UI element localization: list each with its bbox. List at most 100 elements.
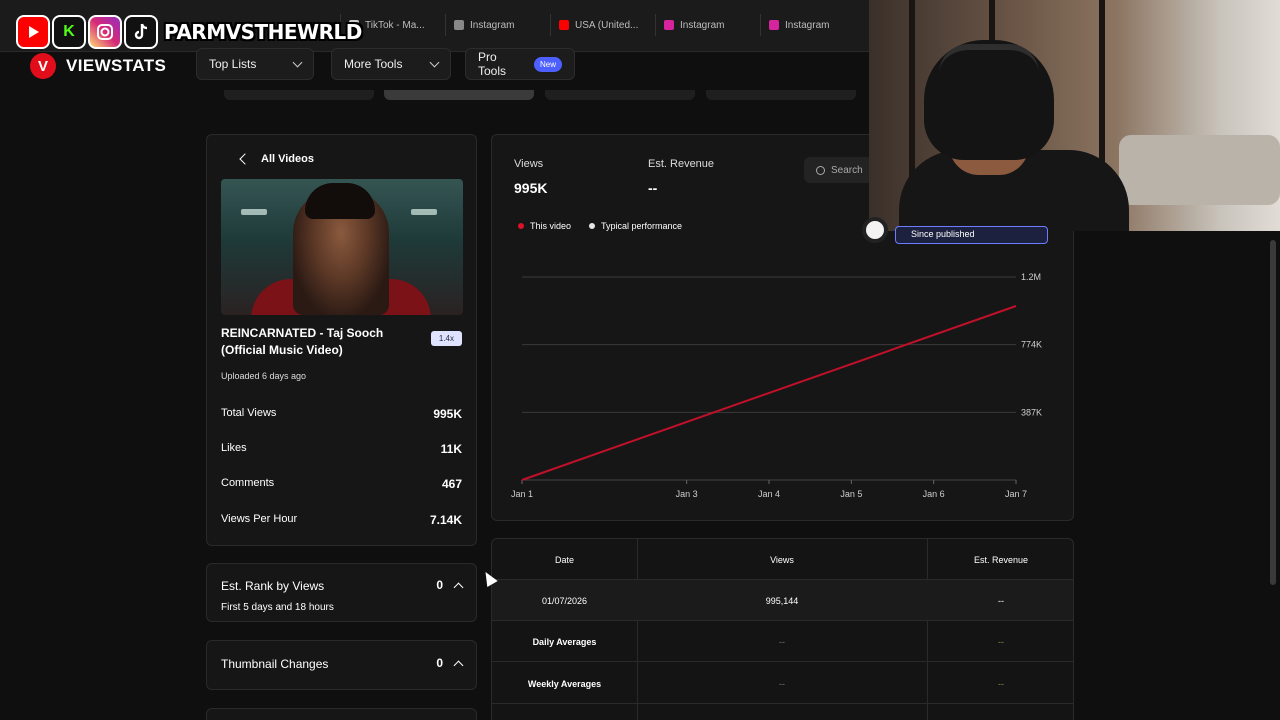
stat-label: Total Views: [221, 407, 277, 419]
more-tools-dropdown[interactable]: More Tools: [331, 48, 451, 80]
viewstats-logo-icon: V: [30, 53, 56, 79]
stat-label: Comments: [221, 477, 275, 489]
rank-accordion-toggle[interactable]: 0: [436, 578, 464, 592]
thumbnail-changes-toggle[interactable]: 0: [436, 656, 464, 670]
more-tools-label: More Tools: [344, 57, 403, 71]
thumbnail-lamp: [241, 209, 267, 215]
stat-row-likes: Likes 11K: [221, 442, 462, 456]
range-radio[interactable]: [862, 217, 888, 243]
tiktok-icon: [124, 15, 158, 49]
chevron-up-icon: [453, 660, 464, 670]
pro-tools-label: Pro Tools: [478, 50, 507, 78]
youtube-icon: [559, 20, 569, 30]
thumbnail-hair: [305, 183, 375, 219]
webcam-overlay: [869, 0, 1280, 231]
sub-tab-active[interactable]: [384, 90, 534, 100]
stat-value: 995K: [433, 407, 462, 421]
chevron-down-icon: [292, 57, 303, 67]
thumbnail-lamp: [411, 209, 437, 215]
instagram-icon: [769, 20, 779, 30]
instagram-icon: [88, 15, 122, 49]
browser-tab-label: Instagram: [785, 19, 830, 31]
browser-tab-label: TikTok - Ma...: [365, 19, 425, 31]
top-lists-dropdown[interactable]: Top Lists: [196, 48, 314, 80]
table-header-cell[interactable]: Est. Revenue: [927, 539, 1073, 580]
sub-tab[interactable]: [224, 90, 374, 100]
instagram-icon: [454, 20, 464, 30]
table-cell: Daily Averages: [532, 636, 597, 647]
table-cell: --: [779, 636, 785, 647]
viewstats-logo[interactable]: V VIEWSTATS: [30, 53, 166, 79]
x-tick-label: Jan 4: [758, 489, 780, 499]
browser-tab[interactable]: USA (United...: [550, 14, 655, 36]
x-tick-label: Jan 1: [511, 489, 533, 499]
x-tick-label: Jan 7: [1005, 489, 1027, 499]
table-header-row: Date Views Est. Revenue: [492, 539, 1073, 580]
table-cell: --: [779, 678, 785, 689]
video-title[interactable]: REINCARNATED - Taj Sooch (Official Music…: [221, 325, 401, 359]
webcam-headset: [939, 44, 1039, 74]
sub-tab[interactable]: [706, 90, 856, 100]
page-scrollbar[interactable]: [1270, 240, 1276, 585]
browser-tab[interactable]: Instagram: [760, 14, 865, 36]
table-cell: 01/07/2026: [541, 595, 588, 606]
table-cell: Weekly Averages: [527, 678, 602, 689]
browser-tab[interactable]: Instagram: [445, 14, 550, 36]
table-row: Daily Averages -- --: [492, 621, 1073, 662]
upload-date: Uploaded 6 days ago: [221, 371, 307, 381]
youtube-icon: [16, 15, 50, 49]
all-videos-label: All Videos: [261, 153, 314, 165]
stat-label: Views Per Hour: [221, 513, 298, 525]
stat-row-views-per-hour: Views Per Hour 7.14K: [221, 513, 462, 527]
table-cell: --: [998, 678, 1004, 689]
rank-value: 0: [436, 578, 443, 592]
y-tick-label: 1.2M: [1021, 272, 1041, 282]
streamer-handle: PARMVSTHEWRLD: [164, 20, 362, 44]
thumbnail-changes-value: 0: [436, 656, 443, 670]
brand-name: VIEWSTATS: [66, 56, 167, 75]
thumbnail-changes-accordion[interactable]: Thumbnail Changes 0: [206, 640, 477, 690]
chevron-left-icon: [239, 153, 251, 165]
sub-tab[interactable]: [545, 90, 695, 100]
rank-subtitle: First 5 days and 18 hours: [221, 602, 334, 613]
chevron-down-icon: [429, 57, 440, 67]
table-cell: --: [998, 595, 1004, 606]
thumbnail-changes-title: Thumbnail Changes: [221, 657, 329, 671]
all-videos-link[interactable]: All Videos: [239, 153, 314, 165]
rank-accordion[interactable]: Est. Rank by Views 0 First 5 days and 18…: [206, 563, 477, 622]
page: TikTok - Ma... Instagram USA (United... …: [0, 0, 1280, 720]
table-header-cell[interactable]: Date: [492, 539, 637, 580]
browser-tab-label: USA (United...: [575, 19, 639, 31]
table-row: 01/07/2026 995,144 --: [492, 580, 1073, 621]
x-tick-label: Jan 5: [840, 489, 862, 499]
stat-label: Likes: [221, 442, 247, 454]
table-row: Weekly Averages -- --: [492, 663, 1073, 704]
browser-tab-label: Instagram: [470, 19, 515, 31]
chevron-up-icon: [453, 582, 464, 592]
streamer-social-overlay: K PARMVSTHEWRLD: [16, 15, 362, 49]
table-cell: 995,144: [765, 595, 799, 606]
stat-value: 467: [441, 477, 462, 491]
table-cell: --: [998, 636, 1004, 647]
video-thumbnail[interactable]: [221, 179, 463, 315]
stat-row-total-views: Total Views 995K: [221, 407, 462, 421]
next-accordion[interactable]: [206, 708, 477, 720]
table-header-cell[interactable]: Views: [637, 539, 927, 580]
series-line-this-video: [521, 305, 1017, 481]
y-tick-label: 774K: [1021, 340, 1042, 350]
date-range-select[interactable]: Since published: [895, 226, 1048, 244]
x-tick-label: Jan 3: [676, 489, 698, 499]
stat-value: 11K: [440, 442, 462, 456]
x-tick-label: Jan 6: [923, 489, 945, 499]
kick-icon: K: [52, 15, 86, 49]
browser-tab-label: Instagram: [680, 19, 725, 31]
new-badge: New: [533, 56, 562, 72]
performance-multiplier-badge: 1.4x: [430, 331, 462, 346]
browser-tab[interactable]: Instagram: [655, 14, 760, 36]
video-details-panel: All Videos REINCARNATED - Taj Sooch (Off…: [206, 134, 477, 546]
rank-accordion-title: Est. Rank by Views: [221, 579, 325, 593]
top-lists-label: Top Lists: [209, 57, 257, 71]
instagram-icon: [664, 20, 674, 30]
daily-stats-table: Date Views Est. Revenue 01/07/2026 995,1…: [491, 538, 1074, 720]
pro-tools-button[interactable]: Pro Tools New: [465, 48, 575, 80]
